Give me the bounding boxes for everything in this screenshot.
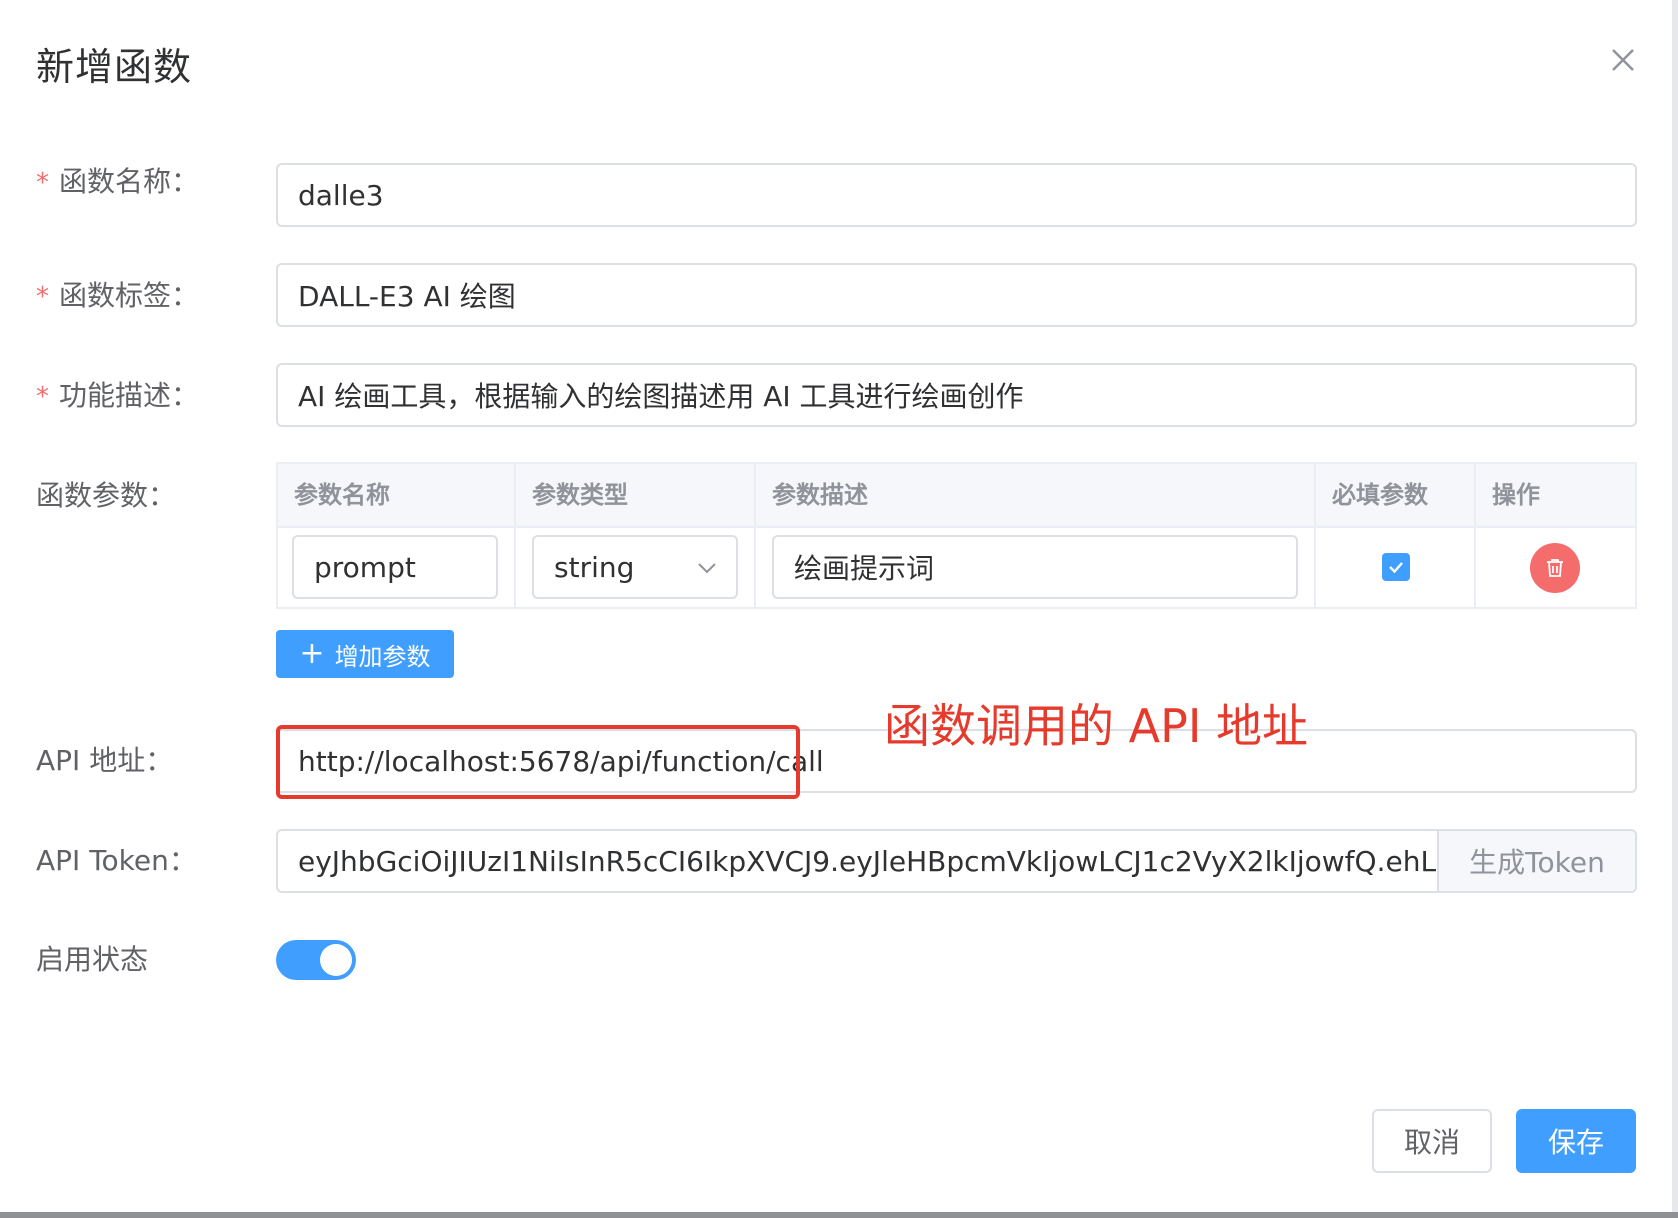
annotation-api-url: 函数调用的 API 地址 bbox=[884, 699, 1309, 753]
required-mark: * bbox=[36, 382, 49, 412]
column-header-required: 必填参数 bbox=[1332, 481, 1428, 509]
cancel-button[interactable]: 取消 bbox=[1372, 1109, 1492, 1173]
column-divider bbox=[1474, 464, 1476, 609]
required-mark: * bbox=[36, 282, 49, 312]
function-name-label-text: 函数名称： bbox=[59, 165, 200, 198]
column-header-param-name: 参数名称 bbox=[294, 481, 390, 509]
param-type-value: string bbox=[554, 550, 635, 584]
param-type-select[interactable]: string bbox=[532, 535, 738, 599]
params-table-header: 参数名称 参数类型 参数描述 必填参数 操作 bbox=[278, 464, 1635, 528]
param-desc-input[interactable]: 绘画提示词 bbox=[772, 535, 1298, 599]
plus-icon: + bbox=[299, 636, 325, 671]
params-label: 函数参数： bbox=[36, 479, 177, 512]
function-name-value: dalle3 bbox=[298, 178, 384, 212]
add-function-dialog: 新增函数 * 函数名称： dalle3 * 函数标签： DALL-E3 AI 绘图 … bbox=[0, 0, 1678, 1218]
function-tag-label: * 函数标签： bbox=[36, 276, 199, 316]
check-icon bbox=[1389, 562, 1403, 574]
function-name-input[interactable]: dalle3 bbox=[276, 163, 1637, 227]
column-divider bbox=[754, 464, 756, 609]
switch-knob bbox=[320, 944, 352, 976]
add-param-button[interactable]: + 增加参数 bbox=[276, 630, 454, 678]
api-token-value: eyJhbGciOiJIUzI1NiIsInR5cCI6IkpXVCJ9.eyJ… bbox=[298, 844, 1437, 878]
param-name-value: prompt bbox=[314, 550, 416, 584]
api-token-group: eyJhbGciOiJIUzI1NiIsInR5cCI6IkpXVCJ9.eyJ… bbox=[276, 829, 1637, 893]
column-divider bbox=[1314, 464, 1316, 609]
column-divider bbox=[514, 464, 516, 609]
add-param-label: 增加参数 bbox=[334, 642, 431, 671]
description-input[interactable]: AI 绘画工具，根据输入的绘图描述用 AI 工具进行绘画创作 bbox=[276, 363, 1637, 427]
api-url-highlight-box bbox=[276, 725, 800, 799]
function-tag-label-text: 函数标签： bbox=[59, 279, 200, 312]
required-mark: * bbox=[36, 168, 49, 198]
dialog-title: 新增函数 bbox=[36, 45, 193, 89]
api-token-input[interactable]: eyJhbGciOiJIUzI1NiIsInR5cCI6IkpXVCJ9.eyJ… bbox=[278, 831, 1437, 891]
param-desc-value: 绘画提示词 bbox=[794, 552, 935, 585]
function-tag-value: DALL-E3 AI 绘图 bbox=[298, 280, 516, 313]
description-label-text: 功能描述： bbox=[59, 379, 200, 412]
close-icon[interactable] bbox=[1603, 40, 1643, 80]
api-token-label: API Token： bbox=[36, 844, 197, 877]
generate-token-button[interactable]: 生成Token bbox=[1437, 831, 1635, 891]
api-url-label: API 地址： bbox=[36, 744, 174, 777]
trash-icon bbox=[1547, 559, 1563, 577]
required-checkbox[interactable] bbox=[1382, 553, 1410, 581]
description-label: * 功能描述： bbox=[36, 376, 199, 416]
dialog-edge-bottom bbox=[0, 1212, 1678, 1218]
column-header-actions: 操作 bbox=[1492, 481, 1540, 509]
save-button[interactable]: 保存 bbox=[1516, 1109, 1636, 1173]
column-header-param-desc: 参数描述 bbox=[772, 481, 868, 509]
function-tag-input[interactable]: DALL-E3 AI 绘图 bbox=[276, 263, 1637, 327]
chevron-down-icon bbox=[698, 563, 716, 574]
enabled-label: 启用状态 bbox=[36, 943, 149, 976]
column-header-param-type: 参数类型 bbox=[532, 481, 628, 509]
delete-param-button[interactable] bbox=[1530, 543, 1580, 593]
description-value: AI 绘画工具，根据输入的绘图描述用 AI 工具进行绘画创作 bbox=[298, 380, 1024, 413]
param-name-input[interactable]: prompt bbox=[292, 535, 498, 599]
function-name-label: * 函数名称： bbox=[36, 162, 199, 202]
dialog-edge-right bbox=[1672, 0, 1678, 1218]
enabled-switch[interactable] bbox=[276, 940, 356, 980]
